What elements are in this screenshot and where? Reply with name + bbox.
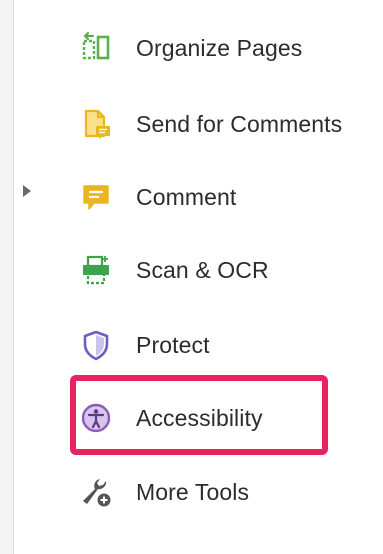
expand-panel-arrow-icon[interactable] [23,185,31,197]
tool-label: Scan & OCR [136,256,269,283]
tool-label: Organize Pages [136,34,303,61]
scan-ocr-icon [80,254,112,286]
tool-comment[interactable]: Comment [80,177,236,217]
tool-label: Send for Comments [136,110,343,137]
send-for-comments-icon [80,108,112,140]
tool-more-tools[interactable]: More Tools [80,472,249,512]
tools-panel: Organize Pages Send for Comments Comment [0,0,383,554]
tool-label: Protect [136,331,210,358]
tool-label: Comment [136,183,237,210]
tool-accessibility[interactable]: Accessibility [80,398,263,438]
tool-protect[interactable]: Protect [80,325,210,365]
tool-send-for-comments[interactable]: Send for Comments [80,104,342,144]
organize-pages-icon [80,32,112,64]
tool-organize-pages[interactable]: Organize Pages [80,28,302,68]
tool-scan-ocr[interactable]: Scan & OCR [80,250,269,290]
comment-icon [80,181,112,213]
left-gutter [0,0,14,554]
protect-icon [80,329,112,361]
more-tools-icon [80,476,112,508]
accessibility-icon [80,402,112,434]
tool-label: Accessibility [136,404,263,431]
tool-label: More Tools [136,478,250,505]
